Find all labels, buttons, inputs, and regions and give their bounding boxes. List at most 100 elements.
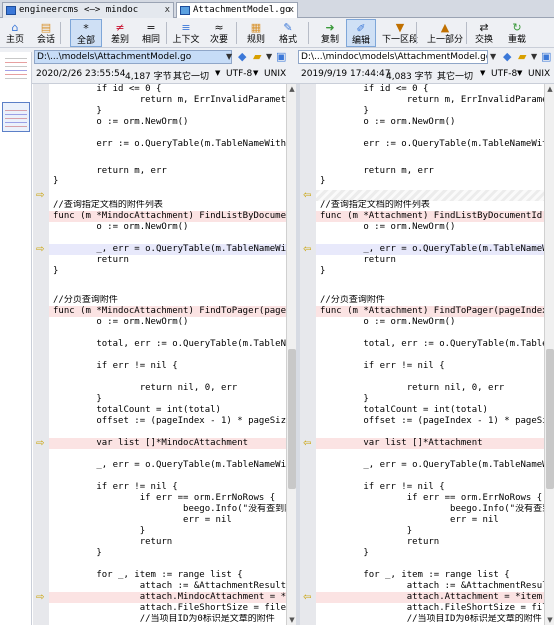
- toolbar-button-12[interactable]: ▲ 上一部分: [422, 19, 468, 47]
- copy-left-arrow-icon[interactable]: ⇦: [303, 191, 314, 201]
- left-code-line[interactable]: attach := &AttachmentResult{}: [49, 581, 286, 592]
- right-eol[interactable]: UNIX: [528, 69, 550, 79]
- right-code-line[interactable]: totalCount = int(total): [316, 405, 544, 416]
- right-code-line[interactable]: [316, 449, 544, 460]
- left-code-line[interactable]: [49, 372, 286, 383]
- right-code-line[interactable]: if id <= 0 {: [316, 84, 544, 95]
- left-code-line[interactable]: var list []*MindocAttachment: [49, 438, 286, 449]
- chevron-down-icon[interactable]: ▼: [480, 69, 485, 77]
- right-scrollbar[interactable]: ▲ ▼: [544, 84, 554, 625]
- left-code-line[interactable]: }: [49, 176, 286, 187]
- right-code-line[interactable]: [316, 128, 544, 139]
- chevron-down-icon[interactable]: ▼: [215, 69, 220, 77]
- right-code-line[interactable]: err := o.QueryTable(m.TableNameWithPre: [316, 139, 544, 150]
- right-code-line[interactable]: }: [316, 394, 544, 405]
- left-code-line[interactable]: func (m *MindocAttachment) FindToPager(p…: [49, 306, 286, 317]
- overview-viewport[interactable]: [2, 102, 30, 132]
- right-code-line[interactable]: for _, item := range list {: [316, 570, 544, 581]
- left-code-line[interactable]: o := orm.NewOrm(): [49, 317, 286, 328]
- toolbar-button-14[interactable]: ↻ 重载: [502, 19, 532, 47]
- scroll-up-icon[interactable]: ▲: [287, 84, 296, 94]
- right-scroll-thumb[interactable]: [546, 349, 554, 489]
- chevron-down-icon[interactable]: ▼: [517, 69, 522, 77]
- right-code-line[interactable]: total, err := o.QueryTable(m.TableName: [316, 339, 544, 350]
- scroll-up-icon[interactable]: ▲: [545, 84, 554, 94]
- toolbar-button-2[interactable]: * 全部: [70, 19, 102, 47]
- left-code-line[interactable]: }: [49, 548, 286, 559]
- copy-left-arrow-icon[interactable]: ⇦: [303, 245, 314, 255]
- folder-icon[interactable]: ▰: [518, 50, 526, 63]
- left-code-line[interactable]: if err != nil {: [49, 482, 286, 493]
- toolbar-button-13[interactable]: ⇄ 交换: [470, 19, 498, 47]
- left-code-line[interactable]: [49, 233, 286, 244]
- compare-icon[interactable]: ◆: [238, 50, 246, 63]
- right-code-line[interactable]: }: [316, 526, 544, 537]
- left-code-line[interactable]: totalCount = int(total): [49, 405, 286, 416]
- left-code-line[interactable]: if err == orm.ErrNoRows {: [49, 493, 286, 504]
- toolbar-button-8[interactable]: ✎ 格式: [272, 19, 304, 47]
- left-code-line[interactable]: offset := (pageIndex - 1) * pageSize: [49, 416, 286, 427]
- chevron-down-icon[interactable]: ▼: [490, 52, 496, 61]
- save-icon[interactable]: ▣: [276, 50, 286, 63]
- toolbar-button-11[interactable]: ▼ 下一区段: [380, 19, 420, 47]
- left-encoding[interactable]: UTF-8: [226, 69, 252, 79]
- right-code-line[interactable]: if err != nil {: [316, 361, 544, 372]
- toolbar-button-5[interactable]: ≡ 上下文: [170, 19, 202, 47]
- left-code-line[interactable]: o := orm.NewOrm(): [49, 117, 286, 128]
- left-code-line[interactable]: total, err := o.QueryTable(m.TableName: [49, 339, 286, 350]
- right-code-line[interactable]: return nil, 0, err: [316, 383, 544, 394]
- right-code-line[interactable]: o := orm.NewOrm(): [316, 117, 544, 128]
- left-code-line[interactable]: for _, item := range list {: [49, 570, 286, 581]
- right-code-line[interactable]: [316, 233, 544, 244]
- left-code-line[interactable]: [49, 449, 286, 460]
- toolbar-button-7[interactable]: ▦ 规则: [242, 19, 270, 47]
- toolbar-button-3[interactable]: ≠ 差别: [106, 19, 134, 47]
- right-code-line[interactable]: offset := (pageIndex - 1) * pageSize: [316, 416, 544, 427]
- close-icon[interactable]: x: [289, 3, 294, 17]
- left-code-line[interactable]: }: [49, 266, 286, 277]
- left-code-line[interactable]: if err != nil {: [49, 361, 286, 372]
- left-path-input[interactable]: D:\...\models\AttachmentModel.go: [34, 50, 232, 64]
- right-code-line[interactable]: }: [316, 266, 544, 277]
- left-code-line[interactable]: }: [49, 394, 286, 405]
- right-code-line[interactable]: return: [316, 537, 544, 548]
- save-icon[interactable]: ▣: [541, 50, 551, 63]
- scroll-down-icon[interactable]: ▼: [287, 615, 296, 625]
- left-scroll-thumb[interactable]: [288, 349, 296, 489]
- right-code-line[interactable]: o := orm.NewOrm(): [316, 222, 544, 233]
- right-code-line[interactable]: }: [316, 176, 544, 187]
- left-code-line[interactable]: [49, 427, 286, 438]
- toolbar-button-9[interactable]: ➜ 复制: [316, 19, 344, 47]
- right-code[interactable]: if id <= 0 { return m, ErrInvalidParamet…: [316, 84, 544, 625]
- right-code-line[interactable]: //当项目ID为0标识是文章的附件: [316, 614, 544, 625]
- left-code-line[interactable]: _, err = o.QueryTable(m.TableNameWithP: [49, 460, 286, 471]
- left-code-line[interactable]: [49, 350, 286, 361]
- left-code-line[interactable]: [49, 559, 286, 570]
- right-code-line[interactable]: var list []*Attachment: [316, 438, 544, 449]
- left-code-line[interactable]: attach.MindocAttachment = *ite: [49, 592, 286, 603]
- left-code-line[interactable]: //查询指定文档的附件列表: [49, 200, 286, 211]
- right-code-line[interactable]: func (m *Attachment) FindListByDocumentI…: [316, 211, 544, 222]
- left-code-line[interactable]: return: [49, 537, 286, 548]
- left-code-line[interactable]: _, err = o.QueryTable(m.TableNameWithP: [49, 244, 286, 255]
- right-code-line[interactable]: _, err = o.QueryTable(m.TableNameWithP: [316, 244, 544, 255]
- left-code-line[interactable]: func (m *MindocAttachment) FindListByDoc…: [49, 211, 286, 222]
- right-code-line[interactable]: beego.Info("没有查到附: [316, 504, 544, 515]
- toolbar-button-10[interactable]: ✐ 编辑: [346, 19, 376, 47]
- right-code-line[interactable]: return m, ErrInvalidParameter: [316, 95, 544, 106]
- right-code-line[interactable]: _, err = o.QueryTable(m.TableNameWithP: [316, 460, 544, 471]
- left-code-line[interactable]: }: [49, 526, 286, 537]
- right-code-line[interactable]: err = nil: [316, 515, 544, 526]
- toolbar-button-6[interactable]: ≈ 次要: [204, 19, 234, 47]
- right-code-line[interactable]: [316, 427, 544, 438]
- left-code-line[interactable]: }: [49, 106, 286, 117]
- left-code-line[interactable]: [49, 128, 286, 139]
- right-code-line[interactable]: return: [316, 255, 544, 266]
- left-code-line[interactable]: [49, 328, 286, 339]
- right-code-line[interactable]: attach.FileShortSize = fileti: [316, 603, 544, 614]
- left-scrollbar[interactable]: ▲ ▼: [286, 84, 296, 625]
- right-code-line[interactable]: [316, 372, 544, 383]
- right-code-line[interactable]: }: [316, 106, 544, 117]
- diff-overview[interactable]: [0, 52, 32, 625]
- toolbar-button-0[interactable]: ⌂ 主页: [2, 19, 28, 47]
